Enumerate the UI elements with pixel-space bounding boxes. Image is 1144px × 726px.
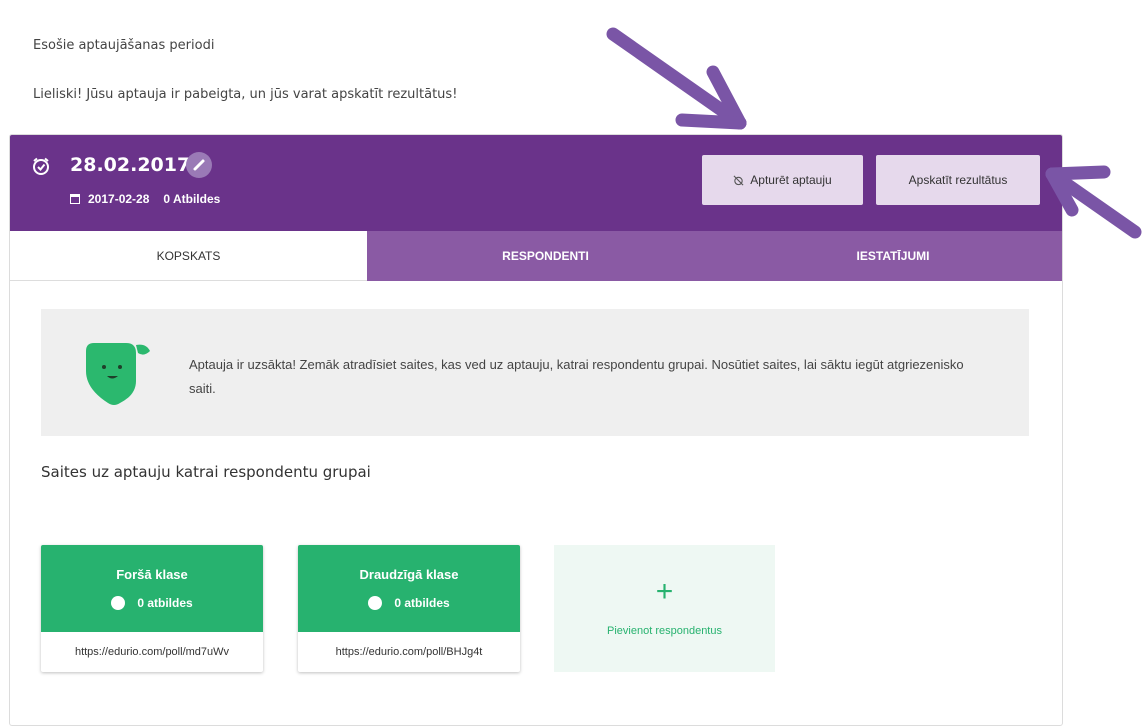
view-results-label: Apskatīt rezultātus [908, 173, 1008, 187]
notice-text: Aptauja ir uzsākta! Zemāk atradīsiet sai… [189, 357, 964, 396]
group-header: Draudzīgā klase 0 atbildes [298, 545, 520, 632]
alarm-clock-icon [33, 157, 49, 175]
poll-started-notice: Aptauja ir uzsākta! Zemāk atradīsiet sai… [41, 309, 1029, 436]
tab-summary[interactable]: KOPSKATS [10, 231, 367, 281]
status-dot-icon [368, 596, 383, 610]
group-poll-link[interactable]: https://edurio.com/poll/BHJg4t [298, 632, 520, 672]
period-title: 28.02.2017 [70, 154, 191, 176]
group-answers-count: 0 atbildes [137, 596, 193, 610]
arrow-to-stop-button-icon [606, 27, 747, 130]
mascot-icon [86, 343, 150, 405]
group-poll-link[interactable]: https://edurio.com/poll/md7uWv [41, 632, 263, 672]
period-date: 2017-02-28 [88, 192, 150, 206]
group-answers-count: 0 atbildes [394, 596, 450, 610]
respondent-group-card[interactable]: Draudzīgā klase 0 atbildes https://eduri… [298, 545, 520, 672]
alarm-off-icon [733, 175, 744, 185]
tab-respondents[interactable]: RESPONDENTI [367, 231, 724, 281]
tabs-bar: KOPSKATS RESPONDENTI IESTATĪJUMI [10, 231, 1062, 281]
plus-icon: + [655, 575, 674, 608]
edit-period-button[interactable] [186, 152, 212, 178]
arrow-to-view-results-icon [1045, 165, 1142, 239]
view-results-button[interactable]: Apskatīt rezultātus [876, 155, 1040, 205]
tab-settings[interactable]: IESTATĪJUMI [724, 231, 1062, 281]
stop-poll-button[interactable]: Apturēt aptauju [702, 155, 863, 205]
links-section-title: Saites uz aptauju katrai respondentu gru… [41, 463, 371, 481]
period-header: 28.02.2017 2017-02-28 0 Atbildes Apturēt … [10, 135, 1062, 231]
status-dot-icon [111, 596, 126, 610]
poll-period-card: 28.02.2017 2017-02-28 0 Atbildes Apturēt … [9, 134, 1063, 726]
period-meta: 2017-02-28 0 Atbildes [70, 192, 220, 206]
add-respondents-label: Pievienot respondentus [607, 625, 722, 637]
pencil-icon [193, 159, 205, 171]
group-header: Foršā klase 0 atbildes [41, 545, 263, 632]
group-answers: 0 atbildes [298, 596, 520, 610]
periods-title: Esošie aptaujāšanas periodi [33, 38, 215, 53]
completion-message: Lieliski! Jūsu aptauja ir pabeigta, un j… [33, 87, 458, 102]
group-name: Draudzīgā klase [359, 567, 459, 582]
answers-count: 0 Atbildes [163, 192, 221, 206]
group-answers: 0 atbildes [41, 596, 263, 610]
calendar-icon [70, 194, 80, 204]
group-name: Foršā klase [116, 567, 188, 582]
stop-poll-label: Apturēt aptauju [750, 173, 832, 187]
add-respondents-button[interactable]: + Pievienot respondentus [554, 545, 775, 672]
respondent-group-card[interactable]: Foršā klase 0 atbildes https://edurio.co… [41, 545, 263, 672]
